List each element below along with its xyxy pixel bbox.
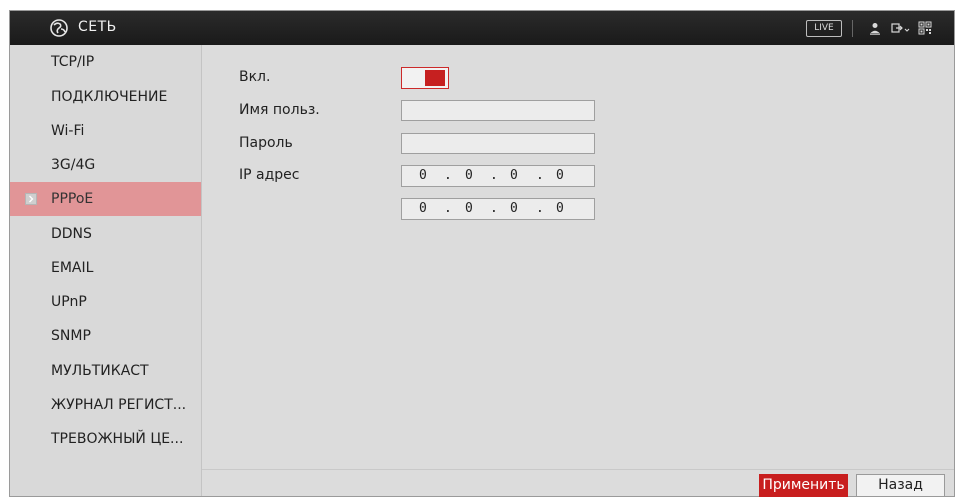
sidebar-item-upnp[interactable]: UPnP (10, 285, 201, 319)
ip-octet: 0 (556, 201, 564, 216)
chevron-right-icon (25, 193, 37, 205)
sidebar-item-register-log[interactable]: ЖУРНАЛ РЕГИСТ... (10, 388, 201, 422)
ip-dot: . (490, 168, 498, 183)
ip-address-label: IP адрес (239, 167, 300, 183)
footer-divider (202, 469, 954, 470)
ip-octet: 0 (465, 201, 473, 216)
ip-dot: . (490, 201, 498, 216)
enable-label: Вкл. (239, 69, 271, 85)
sidebar-item-alarm-center[interactable]: ТРЕВОЖНЫЙ ЦЕ... (10, 422, 201, 456)
live-button[interactable]: LIVE (806, 20, 842, 37)
sidebar-item-wifi[interactable]: Wi-Fi (10, 114, 201, 148)
back-button[interactable]: Назад (856, 474, 945, 497)
password-label: Пароль (239, 135, 293, 151)
username-field[interactable] (401, 100, 595, 121)
ip-octet: 0 (419, 201, 427, 216)
logout-icon[interactable] (890, 20, 910, 36)
sidebar-item-connection[interactable]: ПОДКЛЮЧЕНИЕ (10, 80, 201, 114)
settings-sidebar: TCP/IP ПОДКЛЮЧЕНИЕ Wi-Fi 3G/4G PPPoE DDN… (10, 45, 202, 496)
ip-octet: 0 (510, 168, 518, 183)
sidebar-item-multicast[interactable]: МУЛЬТИКАСТ (10, 354, 201, 388)
qr-code-icon[interactable] (917, 20, 933, 36)
ip-address-field[interactable]: 0 . 0 . 0 . 0 (401, 165, 595, 187)
ip-dot: . (536, 201, 544, 216)
user-icon[interactable] (867, 20, 883, 36)
toggle-knob (425, 70, 445, 86)
sidebar-item-3g4g[interactable]: 3G/4G (10, 148, 201, 182)
ip-octet: 0 (510, 201, 518, 216)
window-title: СЕТЬ (78, 19, 117, 35)
ip-octet: 0 (419, 168, 427, 183)
sidebar-item-email[interactable]: EMAIL (10, 251, 201, 285)
network-settings-window: СЕТЬ LIVE TCP/IP ПОДКЛЮЧЕНИЕ Wi-Fi 3G/4G… (9, 10, 955, 497)
sidebar-item-ddns[interactable]: DDNS (10, 217, 201, 251)
password-field[interactable] (401, 133, 595, 154)
ip-dot: . (444, 168, 452, 183)
globe-logo-icon (50, 19, 68, 37)
title-bar: СЕТЬ LIVE (10, 11, 954, 45)
sidebar-item-label: PPPoE (51, 191, 94, 207)
pppoe-settings-panel: Вкл. Имя польз. Пароль IP адрес 0 . 0 . … (202, 45, 954, 497)
sidebar-item-tcpip[interactable]: TCP/IP (10, 45, 201, 79)
ip-octet: 0 (556, 168, 564, 183)
enable-toggle[interactable] (401, 67, 449, 89)
toolbar-divider (852, 20, 853, 37)
ip-dot: . (536, 168, 544, 183)
ip-dot: . (444, 201, 452, 216)
ip-octet: 0 (465, 168, 473, 183)
sidebar-item-pppoe[interactable]: PPPoE (10, 182, 201, 216)
sidebar-item-snmp[interactable]: SNMP (10, 319, 201, 353)
apply-button[interactable]: Применить (759, 474, 848, 497)
ip-address-field-secondary[interactable]: 0 . 0 . 0 . 0 (401, 198, 595, 220)
username-label: Имя польз. (239, 102, 320, 118)
